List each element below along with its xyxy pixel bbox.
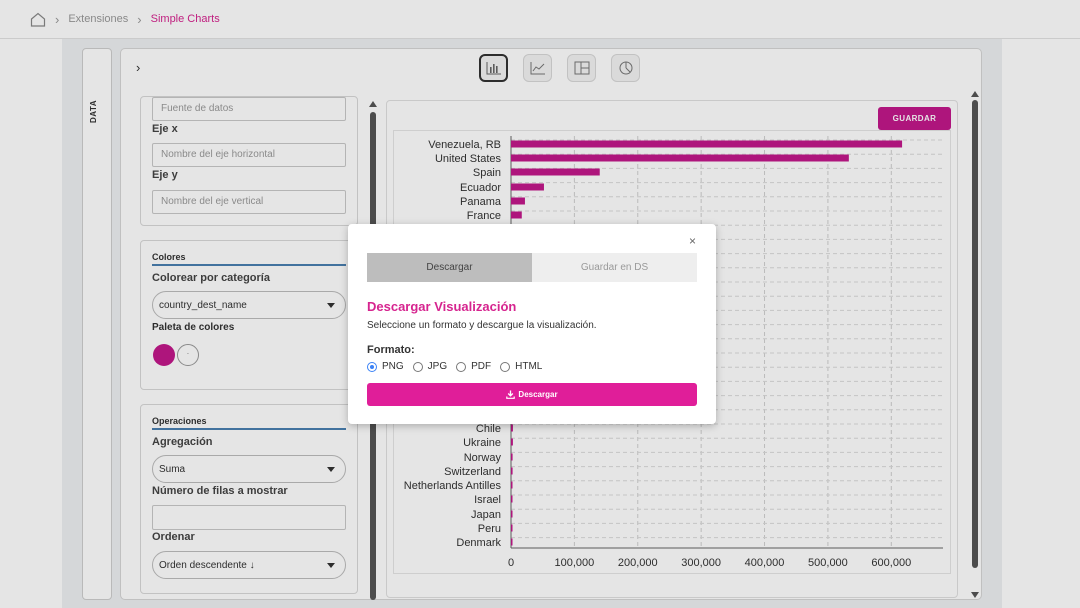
format-option-html[interactable]: HTML [500,361,542,372]
close-icon[interactable]: × [689,234,696,248]
format-option-label: JPG [427,361,448,372]
format-option-label: PDF [471,361,492,372]
radio-png[interactable] [367,361,377,372]
format-option-jpg[interactable]: JPG [412,361,448,372]
radio-pdf[interactable] [456,361,467,372]
format-option-pdf[interactable]: PDF [456,361,491,372]
radio-jpg[interactable] [412,361,423,372]
download-icon [506,390,516,399]
format-label: Formato: [367,344,415,356]
modal-title: Descargar Visualización [367,299,517,314]
radio-html[interactable] [500,361,511,372]
download-button[interactable]: Descargar [367,383,697,406]
tab-descargar[interactable]: Descargar [367,253,532,282]
format-option-label: HTML [515,361,543,372]
modal-description: Seleccione un formato y descargue la vis… [367,320,597,331]
format-option-png[interactable]: PNG [367,361,404,372]
tab-guardar-en-ds[interactable]: Guardar en DS [532,253,697,282]
format-option-label: PNG [382,361,404,372]
download-button-label: Descargar [518,390,558,399]
format-radio-group: PNG JPG PDF HTML [367,361,551,372]
